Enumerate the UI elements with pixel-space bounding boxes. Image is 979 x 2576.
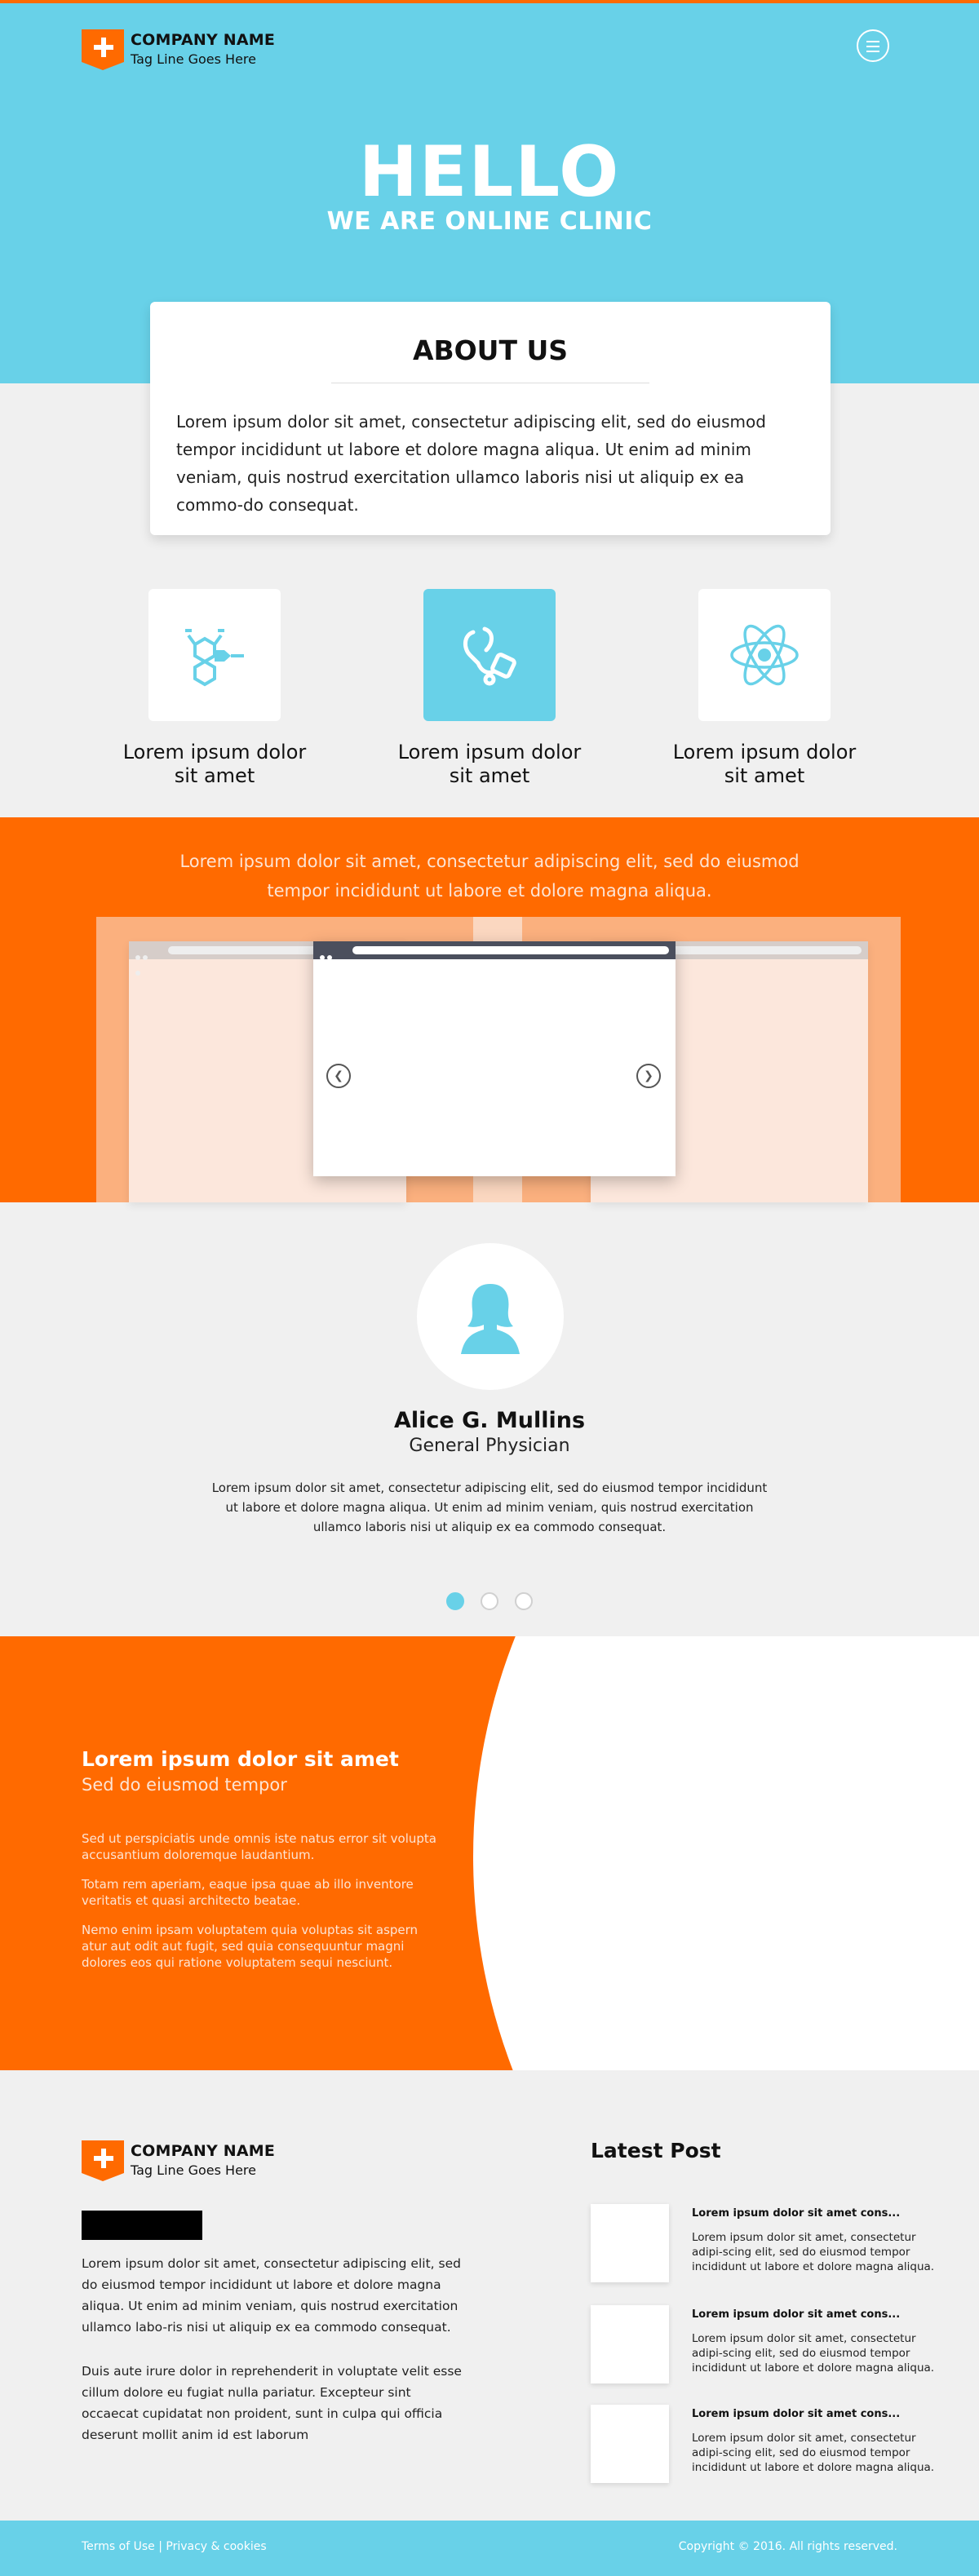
- footer-text: Duis aute irure dolor in reprehenderit i…: [82, 2364, 462, 2442]
- company-name: COMPANY NAME: [131, 2142, 276, 2160]
- feature-label: Lorem ipsum dolor sit amet: [672, 741, 857, 787]
- about-text: Lorem ipsum dolor sit amet, consectetur …: [176, 412, 766, 515]
- testimonial-quote: Lorem ipsum dolor sit amet, consectetur …: [211, 1481, 768, 1534]
- about-card: ABOUT US Lorem ipsum dolor sit amet, con…: [150, 302, 831, 535]
- link-separator: |: [158, 2540, 162, 2553]
- pager-dot-1[interactable]: [446, 1592, 464, 1610]
- pager-dot-2[interactable]: [481, 1592, 498, 1610]
- female-user-icon: [461, 1284, 520, 1354]
- info-title: Lorem ipsum dolor sit amet: [82, 1747, 399, 1771]
- decorative-circle: [473, 1636, 979, 2070]
- slider-stage: ❮ ❯: [96, 917, 901, 1202]
- slider-section: Lorem ipsum dolor sit amet, consectetur …: [0, 817, 979, 1202]
- feature-item[interactable]: Lorem ipsum dolor sit amet: [104, 589, 325, 788]
- post-item[interactable]: Lorem ipsum dolor sit amet cons... Lorem…: [591, 2405, 950, 2486]
- feature-item[interactable]: Lorem ipsum dolor sit amet: [654, 589, 875, 788]
- feature-label: Lorem ipsum dolor sit amet: [397, 741, 582, 787]
- post-title[interactable]: Lorem ipsum dolor sit amet cons...: [692, 2207, 900, 2220]
- hero-subtitle: WE ARE ONLINE CLINIC: [326, 207, 653, 236]
- feature-item[interactable]: Lorem ipsum dolor sit amet: [379, 589, 600, 788]
- pager-dot-3[interactable]: [515, 1592, 533, 1610]
- hero-title: HELLO: [358, 131, 621, 213]
- post-title[interactable]: Lorem ipsum dolor sit amet cons...: [692, 2408, 900, 2420]
- footer-text: Lorem ipsum dolor sit amet, consectetur …: [82, 2256, 461, 2335]
- hamburger-icon[interactable]: [857, 29, 889, 62]
- footer-links: Terms of Use | Privacy & cookies: [82, 2540, 267, 2553]
- medical-cross-icon: [82, 29, 124, 70]
- chevron-left-icon[interactable]: ❮: [326, 1064, 351, 1088]
- bottom-bar: Terms of Use | Privacy & cookies Copyrig…: [0, 2521, 979, 2576]
- info-paragraph: Nemo enim ipsam voluptatem quia voluptas…: [82, 1923, 419, 1970]
- feature-box[interactable]: [698, 589, 831, 721]
- post-excerpt: Lorem ipsum dolor sit amet, consectetur …: [692, 2231, 935, 2273]
- company-name: COMPANY NAME: [131, 31, 276, 49]
- terms-link[interactable]: Terms of Use: [82, 2540, 155, 2553]
- copyright-text: Copyright © 2016. All rights reserved.: [678, 2540, 897, 2553]
- post-thumbnail[interactable]: [591, 2204, 669, 2282]
- post-excerpt: Lorem ipsum dolor sit amet, consectetur …: [692, 2332, 935, 2375]
- info-section: Lorem ipsum dolor sit amet Sed do eiusmo…: [0, 1636, 979, 2070]
- chevron-right-icon[interactable]: ❯: [636, 1064, 661, 1088]
- privacy-link[interactable]: Privacy & cookies: [166, 2540, 266, 2553]
- avatar: [417, 1243, 564, 1390]
- header-logo[interactable]: COMPANY NAME Tag Line Goes Here: [82, 29, 275, 70]
- testimonial-role: General Physician: [409, 1436, 570, 1456]
- post-item[interactable]: Lorem ipsum dolor sit amet cons... Lorem…: [591, 2305, 950, 2387]
- post-item[interactable]: Lorem ipsum dolor sit amet cons... Lorem…: [591, 2204, 950, 2286]
- slide-active[interactable]: [313, 941, 676, 1176]
- post-thumbnail[interactable]: [591, 2305, 669, 2383]
- slider-intro: Lorem ipsum dolor sit amet, consectetur …: [179, 852, 800, 901]
- company-tagline: Tag Line Goes Here: [131, 51, 256, 67]
- testimonial-name: Alice G. Mullins: [393, 1408, 586, 1433]
- about-title: ABOUT US: [412, 334, 569, 366]
- info-paragraph: Totam rem aperiam, eaque ipsa quae ab il…: [82, 1877, 414, 1908]
- feature-box[interactable]: [148, 589, 281, 721]
- footer-logo[interactable]: COMPANY NAME Tag Line Goes Here: [82, 2140, 275, 2181]
- info-subtitle: Sed do eiusmod tempor: [82, 1775, 287, 1795]
- stethoscope-icon: [463, 626, 516, 686]
- post-excerpt: Lorem ipsum dolor sit amet, consectetur …: [692, 2432, 935, 2474]
- info-paragraph: Sed ut perspiciatis unde omnis iste natu…: [82, 1831, 436, 1862]
- post-thumbnail[interactable]: [591, 2405, 669, 2483]
- atom-icon: [730, 624, 799, 686]
- medical-cross-icon: [82, 2140, 124, 2181]
- redacted-block: [82, 2211, 202, 2240]
- latest-post-title: Latest Post: [591, 2139, 721, 2162]
- post-title[interactable]: Lorem ipsum dolor sit amet cons...: [692, 2308, 900, 2321]
- molecule-icon: [185, 629, 244, 687]
- company-tagline: Tag Line Goes Here: [131, 2162, 256, 2178]
- feature-label: Lorem ipsum dolor sit amet: [122, 741, 307, 787]
- feature-box[interactable]: [423, 589, 556, 721]
